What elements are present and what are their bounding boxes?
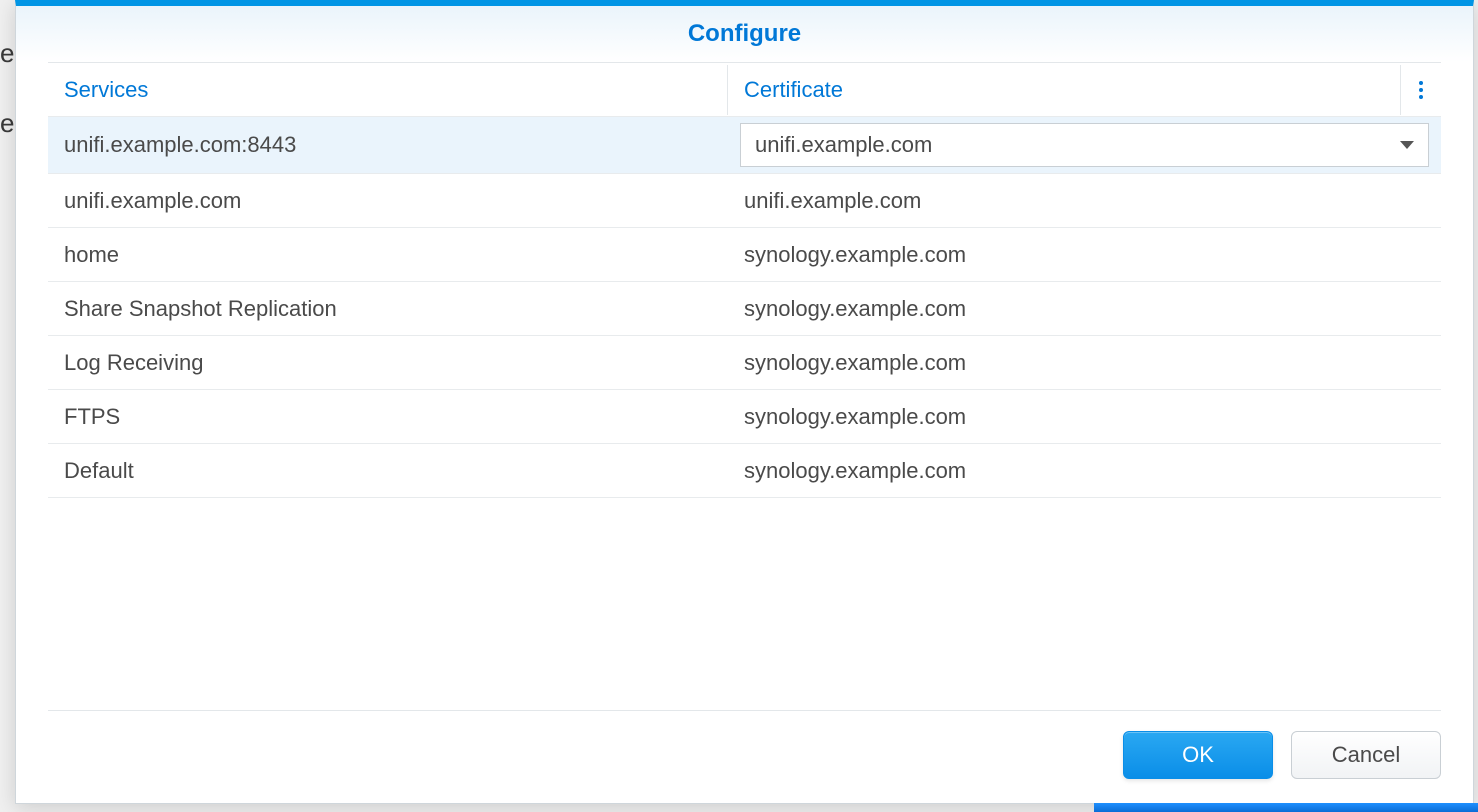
configure-dialog: Configure Services Certificate unifi.exa… (15, 0, 1474, 804)
service-cell: home (48, 230, 728, 280)
grid-row[interactable]: FTPS synology.example.com (48, 390, 1441, 444)
certificate-cell: synology.example.com (728, 338, 1441, 388)
ok-button-label: OK (1182, 742, 1214, 768)
grid-row[interactable]: Default synology.example.com (48, 444, 1441, 498)
certificate-mapping-grid: Services Certificate unifi.example.com:8… (48, 62, 1441, 498)
grid-row[interactable]: Share Snapshot Replication synology.exam… (48, 282, 1441, 336)
cancel-button-label: Cancel (1332, 742, 1400, 768)
grid-row[interactable]: unifi.example.com:8443 unifi.example.com (48, 117, 1441, 174)
certificate-dropdown[interactable]: unifi.example.com (740, 123, 1429, 167)
cancel-button[interactable]: Cancel (1291, 731, 1441, 779)
kebab-icon (1419, 81, 1423, 99)
dialog-title-text: Configure (688, 20, 801, 48)
certificate-cell: unifi.example.com (728, 176, 1441, 226)
service-cell: Share Snapshot Replication (48, 284, 728, 334)
certificate-cell: unifi.example.com (728, 117, 1441, 173)
service-cell: unifi.example.com:8443 (48, 120, 728, 170)
background-accent (1094, 803, 1478, 812)
service-cell: Default (48, 446, 728, 496)
grid-header-row: Services Certificate (48, 63, 1441, 117)
chevron-down-icon (1400, 141, 1414, 149)
grid-row[interactable]: unifi.example.com unifi.example.com (48, 174, 1441, 228)
ok-button[interactable]: OK (1123, 731, 1273, 779)
service-cell: Log Receiving (48, 338, 728, 388)
certificate-cell: synology.example.com (728, 284, 1441, 334)
certificate-cell: synology.example.com (728, 392, 1441, 442)
grid-row[interactable]: home synology.example.com (48, 228, 1441, 282)
certificate-dropdown-label: unifi.example.com (755, 132, 932, 158)
dialog-footer: OK Cancel (48, 710, 1441, 803)
service-cell: FTPS (48, 392, 728, 442)
certificate-cell: synology.example.com (728, 230, 1441, 280)
dialog-title: Configure (16, 6, 1473, 62)
service-cell: unifi.example.com (48, 176, 728, 226)
dialog-body: Services Certificate unifi.example.com:8… (16, 62, 1473, 710)
certificate-cell: synology.example.com (728, 446, 1441, 496)
column-header-certificate[interactable]: Certificate (728, 65, 1401, 115)
column-menu-button[interactable] (1401, 81, 1441, 99)
grid-row[interactable]: Log Receiving synology.example.com (48, 336, 1441, 390)
column-header-services[interactable]: Services (48, 65, 728, 115)
